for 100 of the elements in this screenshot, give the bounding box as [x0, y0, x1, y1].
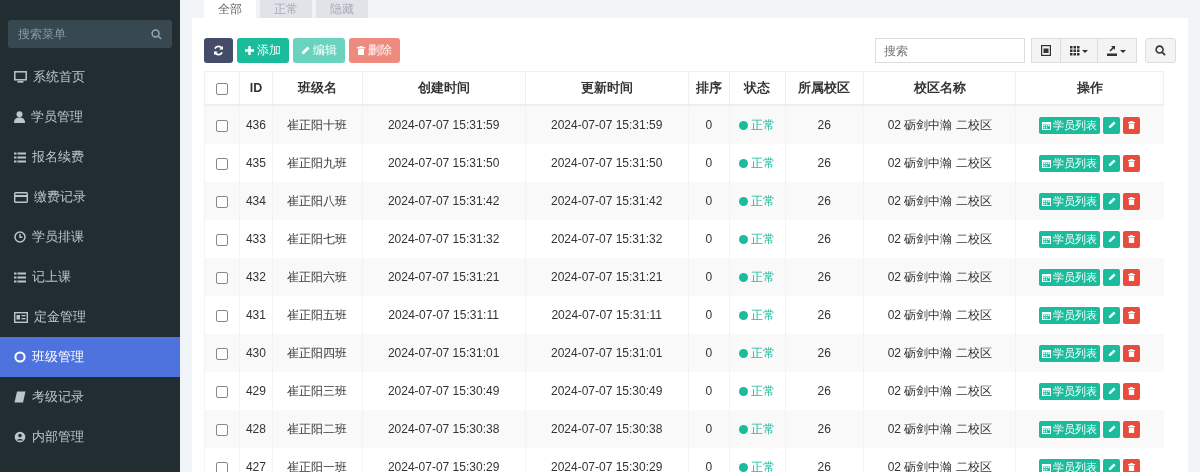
edit-button[interactable] — [1103, 382, 1121, 400]
student-list-button[interactable]: 学员列表 — [1039, 344, 1101, 362]
edit-button[interactable] — [1103, 268, 1121, 286]
table-cell: 正常 — [729, 448, 786, 472]
table-cell: 2024-07-07 15:31:21 — [362, 258, 526, 296]
edit-button[interactable] — [1103, 154, 1121, 172]
delete-button[interactable] — [1123, 420, 1141, 438]
pencil-icon — [1107, 463, 1116, 471]
status-dot-icon — [739, 348, 749, 358]
table-cell: 434 — [239, 182, 273, 220]
clock-icon — [14, 231, 26, 243]
menu-item[interactable]: 内部管理 — [0, 417, 180, 457]
menu-item[interactable]: 考级记录 — [0, 377, 180, 417]
pencil-icon — [1107, 235, 1116, 243]
edit-button[interactable] — [1103, 192, 1121, 210]
student-list-button[interactable]: 学员列表 — [1039, 420, 1101, 438]
menu-item[interactable]: 学员管理 — [0, 97, 180, 137]
calendar-icon — [1042, 424, 1052, 434]
table-cell: 0 — [688, 182, 730, 220]
delete-button[interactable] — [1123, 116, 1141, 134]
delete-button[interactable] — [1123, 268, 1141, 286]
table-cell: 0 — [688, 105, 730, 144]
table-cell: 02 砺剑中瀚 二校区 — [863, 448, 1016, 472]
row-checkbox[interactable] — [216, 195, 228, 208]
table-cell: 02 砺剑中瀚 二校区 — [863, 182, 1016, 220]
trash-icon — [1128, 387, 1136, 395]
row-checkbox[interactable] — [216, 461, 228, 472]
student-list-button[interactable]: 学员列表 — [1039, 154, 1101, 172]
add-button[interactable]: 添加 — [237, 38, 289, 63]
status-dot-icon — [739, 272, 749, 282]
user-icon — [14, 111, 25, 123]
delete-button[interactable] — [1123, 306, 1141, 324]
delete-button[interactable] — [1123, 458, 1141, 472]
user-circle-icon — [14, 431, 26, 443]
edit-button[interactable] — [1103, 420, 1121, 438]
row-checkbox[interactable] — [216, 157, 228, 170]
table-cell: 436 — [239, 105, 273, 144]
status-dot-icon — [739, 158, 749, 168]
status-dot-icon — [739, 424, 749, 434]
menu-item[interactable]: 系统首页 — [0, 57, 180, 97]
table-cell: 崔正阳十班 — [272, 105, 363, 144]
book-icon — [14, 391, 26, 403]
columns-button[interactable] — [1061, 38, 1098, 63]
table-cell: 0 — [688, 448, 730, 472]
menu-item[interactable]: 缴费记录 — [0, 177, 180, 217]
row-checkbox[interactable] — [216, 271, 228, 284]
search-field[interactable]: 搜索 — [875, 38, 1025, 63]
student-list-button[interactable]: 学员列表 — [1039, 382, 1101, 400]
table-cell: 2024-07-07 15:31:59 — [525, 105, 689, 144]
select-all-checkbox[interactable] — [216, 82, 228, 95]
student-list-button[interactable]: 学员列表 — [1039, 268, 1101, 286]
table-cell: 崔正阳二班 — [272, 410, 363, 448]
delete-button[interactable] — [1123, 230, 1141, 248]
table-cell: 26 — [785, 105, 864, 144]
export-button[interactable] — [1098, 38, 1137, 63]
grid-icon — [1070, 45, 1088, 56]
search-icon — [151, 29, 162, 40]
table-cell: 2024-07-07 15:31:01 — [525, 334, 689, 372]
student-list-button[interactable]: 学员列表 — [1039, 230, 1101, 248]
search-button[interactable] — [1145, 38, 1176, 63]
row-checkbox[interactable] — [216, 233, 228, 246]
row-checkbox[interactable] — [216, 309, 228, 322]
trash-icon — [1128, 311, 1136, 319]
edit-button[interactable] — [1103, 344, 1121, 362]
row-checkbox[interactable] — [216, 347, 228, 360]
refresh-icon — [213, 45, 224, 56]
student-list-button[interactable]: 学员列表 — [1039, 458, 1101, 472]
student-list-button[interactable]: 学员列表 — [1039, 192, 1101, 210]
status-dot-icon — [739, 462, 749, 472]
edit-button[interactable] — [1103, 458, 1121, 472]
edit-button[interactable] — [1103, 230, 1121, 248]
row-checkbox[interactable] — [216, 385, 228, 398]
row-checkbox[interactable] — [216, 119, 228, 132]
refresh-button[interactable] — [204, 38, 233, 63]
menu-item[interactable]: 班级管理 — [0, 337, 180, 377]
delete-button[interactable] — [1123, 192, 1141, 210]
menu-item[interactable]: 记上课 — [0, 257, 180, 297]
student-list-button[interactable]: 学员列表 — [1039, 116, 1101, 134]
plus-icon — [245, 46, 254, 55]
edit-button[interactable] — [1103, 306, 1121, 324]
table-cell: 26 — [785, 410, 864, 448]
delete-button[interactable] — [1123, 154, 1141, 172]
delete-button[interactable] — [1123, 382, 1141, 400]
calendar-icon — [1042, 462, 1052, 472]
id-card-icon — [14, 311, 28, 323]
menu-item[interactable]: 报名续费 — [0, 137, 180, 177]
tab[interactable]: 全部 — [204, 0, 256, 18]
edit-button[interactable] — [1103, 116, 1121, 134]
calendar-icon — [1042, 158, 1052, 168]
menu-item[interactable]: 学员排课 — [0, 217, 180, 257]
calendar-icon — [1042, 272, 1052, 282]
delete-button[interactable] — [1123, 344, 1141, 362]
student-list-button[interactable]: 学员列表 — [1039, 306, 1101, 324]
table-cell: 428 — [239, 410, 273, 448]
row-checkbox[interactable] — [216, 423, 228, 436]
menu-item[interactable]: 定金管理 — [0, 297, 180, 337]
menu-search-field[interactable]: 搜索菜单 — [8, 20, 172, 48]
table-cell: 0 — [688, 334, 730, 372]
toggle-view-button[interactable] — [1031, 38, 1061, 63]
table-cell: 2024-07-07 15:31:01 — [362, 334, 526, 372]
